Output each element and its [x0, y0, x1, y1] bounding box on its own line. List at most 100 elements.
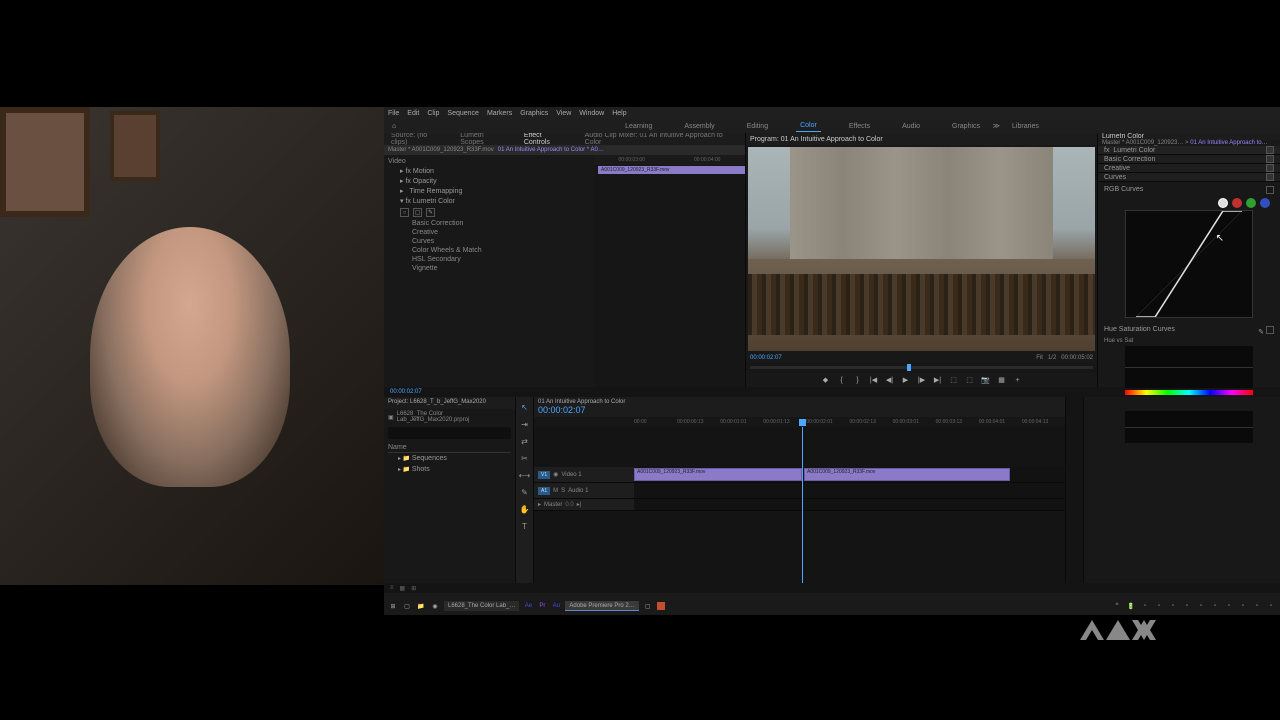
- pr-icon[interactable]: Pr: [537, 601, 547, 611]
- program-video[interactable]: [748, 147, 1095, 351]
- playhead-icon[interactable]: [907, 364, 911, 371]
- ws-learning[interactable]: Learning: [621, 121, 656, 132]
- taskbar-file[interactable]: L6628_The Color Lab_…: [444, 601, 519, 611]
- icon-view-icon[interactable]: ▦: [400, 585, 406, 592]
- ec-mini-timeline[interactable]: 00:00:03:00 00:00:04:00 A001C009_120923_…: [594, 155, 745, 387]
- sub-curves[interactable]: Curves: [388, 237, 590, 246]
- go-to-out-icon[interactable]: ▶|: [933, 375, 943, 385]
- ws-graphics[interactable]: Graphics: [948, 121, 984, 132]
- ws-audio[interactable]: Audio: [898, 121, 924, 132]
- a1-source-patch[interactable]: A1: [538, 487, 550, 495]
- taskbar-premiere[interactable]: Adobe Premiere Pro 2…: [565, 601, 638, 611]
- tray-10-icon[interactable]: ▫: [1266, 601, 1276, 611]
- menu-help[interactable]: Help: [612, 110, 626, 117]
- type-tool-icon[interactable]: T: [519, 520, 531, 532]
- v1-toggle-icon[interactable]: ◉: [553, 471, 558, 478]
- curve-channel-luma[interactable]: [1218, 198, 1228, 208]
- program-fit[interactable]: Fit: [1036, 355, 1043, 361]
- sub-vignette[interactable]: Vignette: [388, 264, 590, 273]
- fx-motion[interactable]: ▸ fx Motion: [388, 166, 590, 176]
- ws-assembly[interactable]: Assembly: [680, 121, 718, 132]
- hue-vs-hue-editor[interactable]: [1125, 411, 1253, 443]
- master-read-icon[interactable]: ▸|: [577, 501, 582, 508]
- clip-v1-b[interactable]: A001C009_120923_R33F.mov: [634, 468, 802, 481]
- rgb-curve-editor[interactable]: ↖: [1125, 210, 1253, 318]
- tray-battery-icon[interactable]: 🔋: [1126, 601, 1136, 611]
- lift-icon[interactable]: ⬚: [949, 375, 959, 385]
- a1-mute-icon[interactable]: M: [553, 488, 558, 494]
- sub-hsl-secondary[interactable]: HSL Secondary: [388, 255, 590, 264]
- program-scrubber[interactable]: [746, 363, 1097, 373]
- menu-markers[interactable]: Markers: [487, 110, 512, 117]
- ec-clip-bar[interactable]: A001C009_120923_R33F.mov: [598, 166, 745, 174]
- menu-view[interactable]: View: [556, 110, 571, 117]
- mark-out-icon[interactable]: }: [853, 375, 863, 385]
- hue-sat-check[interactable]: [1266, 326, 1274, 334]
- rgb-curves-check[interactable]: [1266, 186, 1274, 194]
- section-creative[interactable]: Creative: [1104, 165, 1130, 172]
- start-icon[interactable]: ⊞: [388, 601, 398, 611]
- hue-vs-sat-editor[interactable]: [1125, 346, 1253, 388]
- mask-pen-icon[interactable]: ✎: [426, 208, 435, 217]
- ws-libraries[interactable]: Libraries: [1008, 121, 1043, 132]
- tray-5-icon[interactable]: ▫: [1196, 601, 1206, 611]
- sub-basic-correction[interactable]: Basic Correction: [388, 219, 590, 228]
- pen-tool-icon[interactable]: ✎: [519, 486, 531, 498]
- menu-sequence[interactable]: Sequence: [447, 110, 479, 117]
- tray-2-icon[interactable]: ▫: [1154, 601, 1164, 611]
- settings-icon[interactable]: +: [1013, 375, 1023, 385]
- taskbar-red-icon[interactable]: [657, 602, 665, 610]
- curve-channel-green[interactable]: [1246, 198, 1256, 208]
- explorer-icon[interactable]: 📁: [416, 601, 426, 611]
- menu-clip[interactable]: Clip: [427, 110, 439, 117]
- menu-file[interactable]: File: [388, 110, 399, 117]
- basic-correction-check[interactable]: [1266, 155, 1274, 163]
- mask-ellipse-icon[interactable]: ○: [400, 208, 409, 217]
- menu-bar[interactable]: File Edit Clip Sequence Markers Graphics…: [384, 107, 1280, 119]
- ws-overflow-icon[interactable]: ≫: [993, 122, 1000, 130]
- track-select-tool-icon[interactable]: ⇥: [519, 418, 531, 430]
- master-toggle-icon[interactable]: ▸: [538, 501, 541, 508]
- ws-editing[interactable]: Editing: [743, 121, 772, 132]
- mask-rect-icon[interactable]: ▢: [413, 208, 422, 217]
- hand-tool-icon[interactable]: ✋: [519, 503, 531, 515]
- list-view-icon[interactable]: ≡: [390, 585, 394, 591]
- section-curves[interactable]: Curves: [1104, 174, 1126, 181]
- tray-3-icon[interactable]: ▫: [1168, 601, 1178, 611]
- taskbar-app-icon[interactable]: ▢: [643, 601, 653, 611]
- project-name-col[interactable]: Name: [388, 443, 511, 453]
- timeline-playhead[interactable]: [802, 427, 803, 583]
- tray-6-icon[interactable]: ▫: [1210, 601, 1220, 611]
- razor-tool-icon[interactable]: ✂: [519, 452, 531, 464]
- curves-check[interactable]: [1266, 173, 1274, 181]
- eyedropper-icon[interactable]: ✎: [1258, 329, 1264, 336]
- task-view-icon[interactable]: ▢: [402, 601, 412, 611]
- a1-solo-icon[interactable]: S: [561, 488, 565, 494]
- ae-icon[interactable]: Ae: [523, 601, 533, 611]
- play-icon[interactable]: ▶: [901, 375, 911, 385]
- selection-tool-icon[interactable]: ↖: [519, 401, 531, 413]
- extract-icon[interactable]: ⬚: [965, 375, 975, 385]
- step-fwd-icon[interactable]: |▶: [917, 375, 927, 385]
- project-tab[interactable]: Project: L6628_T_b_JeffG_Max2020: [384, 397, 515, 409]
- fx-opacity[interactable]: ▸ fx Opacity: [388, 176, 590, 186]
- ripple-tool-icon[interactable]: ⇄: [519, 435, 531, 447]
- lumetri-enable-check[interactable]: [1266, 146, 1274, 154]
- ws-color[interactable]: Color: [796, 120, 821, 132]
- home-icon[interactable]: ⌂: [392, 123, 396, 130]
- clip-v1-d[interactable]: A001C009_120923_R33F.mov: [804, 468, 1010, 481]
- tray-up-icon[interactable]: ^: [1112, 601, 1122, 611]
- creative-check[interactable]: [1266, 164, 1274, 172]
- v1-source-patch[interactable]: V1: [538, 471, 550, 479]
- tray-1-icon[interactable]: ▫: [1140, 601, 1150, 611]
- fx-time-remap[interactable]: ▸ Time Remapping: [388, 186, 590, 196]
- program-scale[interactable]: 1/2: [1048, 355, 1056, 361]
- hue-sat-curves-label[interactable]: Hue Saturation Curves: [1104, 326, 1175, 336]
- rgb-curves-label[interactable]: RGB Curves: [1104, 186, 1143, 194]
- section-basic-correction[interactable]: Basic Correction: [1104, 156, 1155, 163]
- project-search[interactable]: [388, 427, 511, 439]
- menu-edit[interactable]: Edit: [407, 110, 419, 117]
- fx-lumetri[interactable]: ▾ fx Lumetri Color: [388, 196, 590, 206]
- curve-channel-blue[interactable]: [1260, 198, 1270, 208]
- mark-in-icon[interactable]: {: [837, 375, 847, 385]
